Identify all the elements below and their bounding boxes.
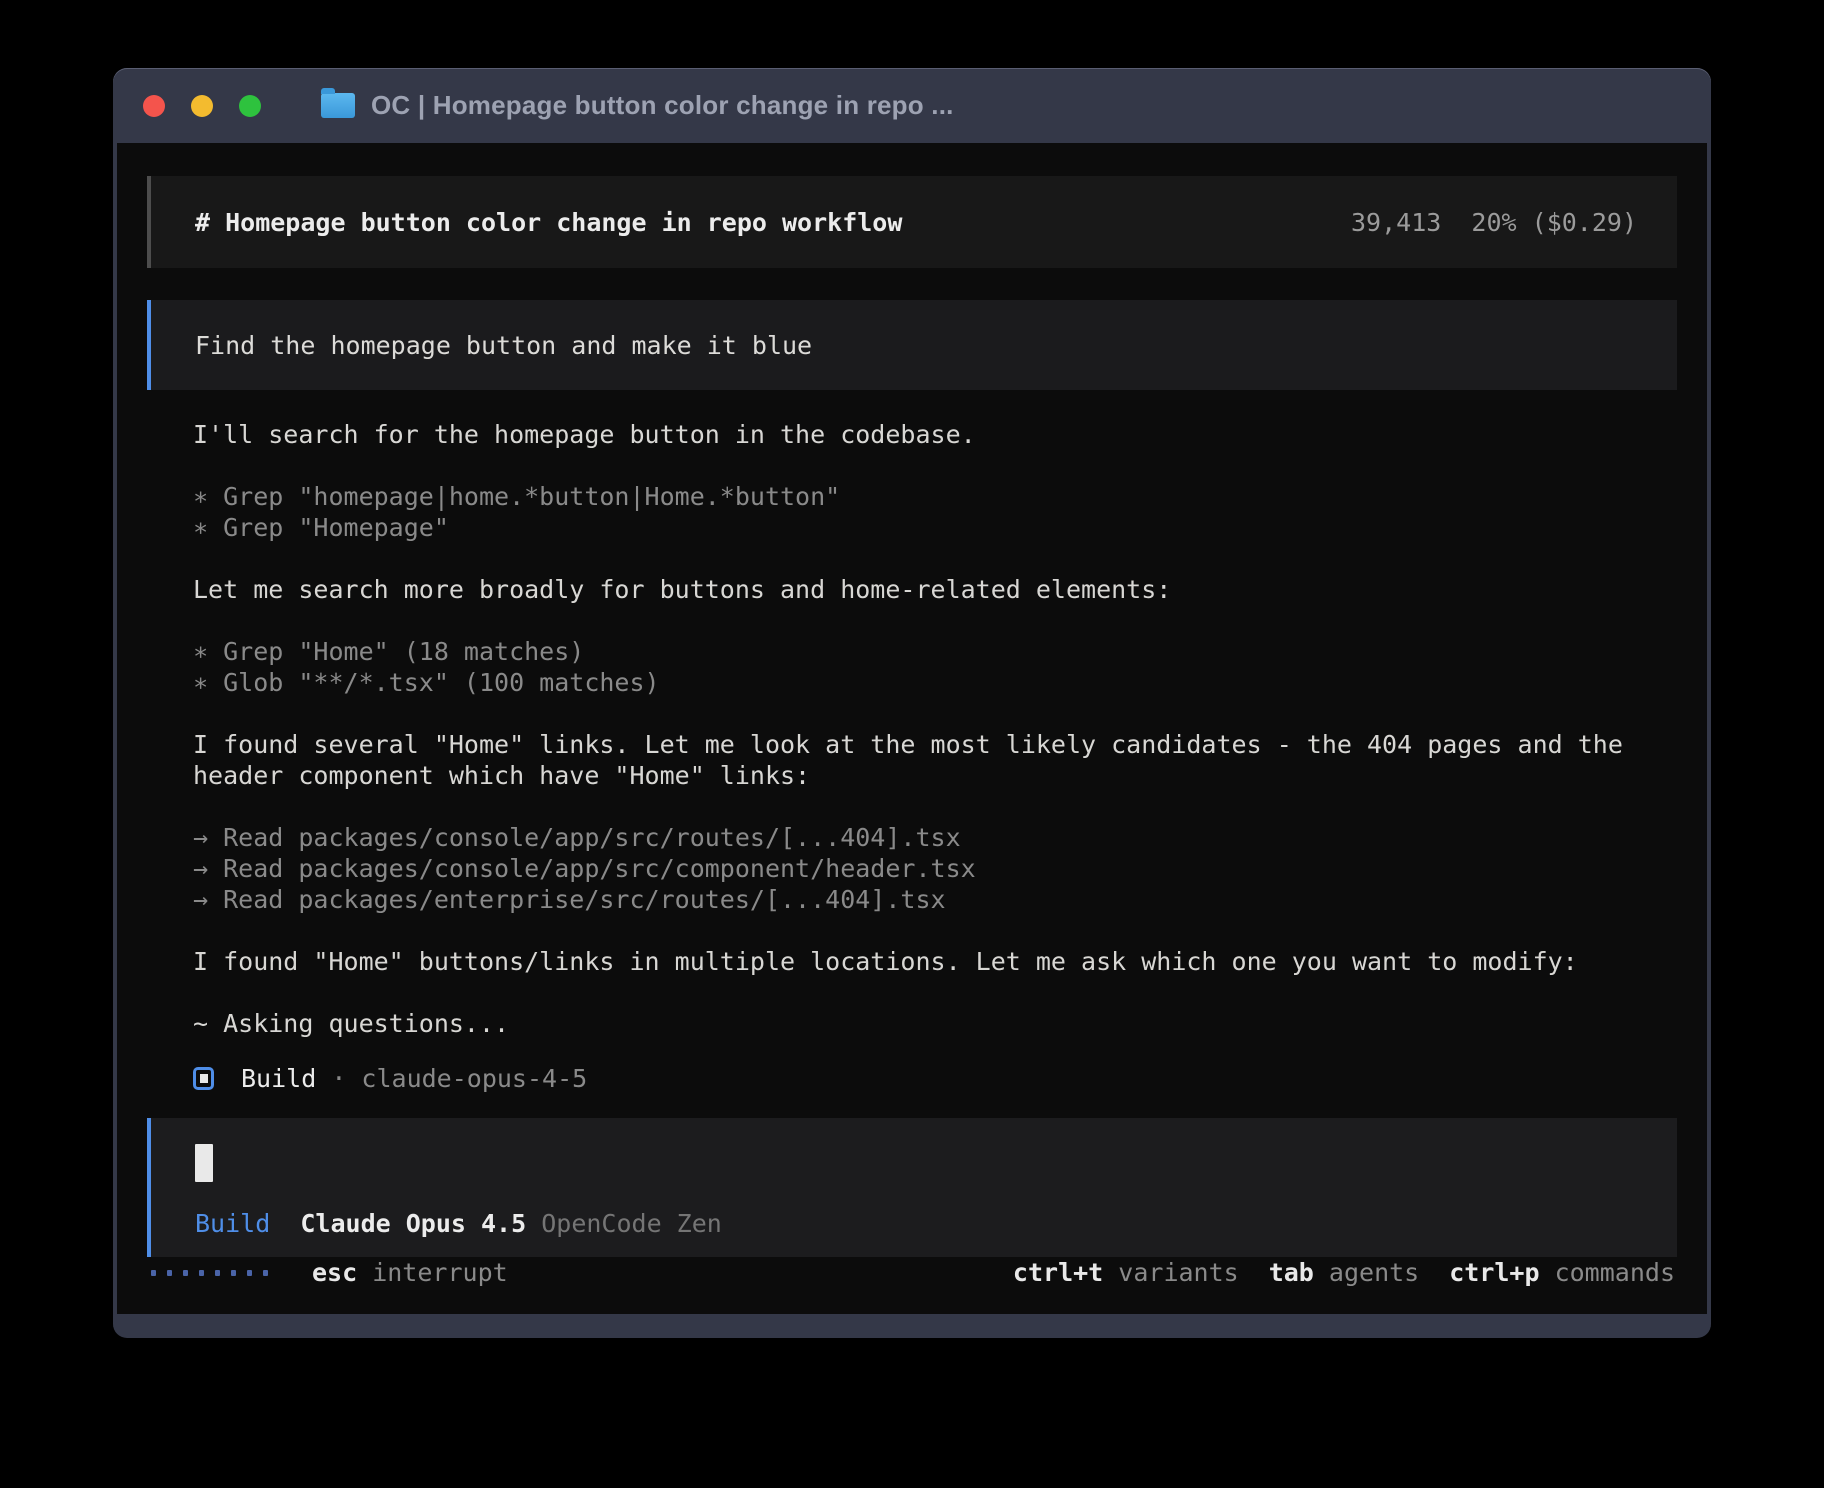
session-header-block: # Homepage button color change in repo w… [147, 176, 1677, 268]
minimize-button[interactable] [191, 95, 213, 117]
tool-call-list: ∗ Grep "homepage|home.*button|Home.*butt… [193, 481, 1641, 543]
working-status-line: ~ Asking questions... [193, 1008, 1641, 1039]
session-cost: ($0.29) [1532, 208, 1637, 237]
shortcut-hint-esc: esc interrupt [312, 1257, 508, 1288]
agent-name: Build [241, 1063, 316, 1094]
user-message-text: Find the homepage button and make it blu… [195, 330, 812, 361]
input-model-name: Claude Opus 4.5 [300, 1208, 526, 1239]
tool-call-list: → Read packages/console/app/src/routes/[… [193, 822, 1641, 915]
context-percent: 20% [1471, 208, 1516, 237]
agent-model: claude-opus-4-5 [361, 1063, 587, 1094]
traffic-lights [143, 95, 261, 117]
shortcut-key: tab [1269, 1257, 1314, 1288]
terminal-window: OC | Homepage button color change in rep… [113, 68, 1711, 1338]
terminal-content: # Homepage button color change in repo w… [117, 143, 1707, 1314]
status-bar: esc interrupt ctrl+t variantstab agentsc… [147, 1257, 1677, 1288]
shortcut-hint-ctrl-t: ctrl+t variants [1013, 1257, 1239, 1288]
tool-call-list: ∗ Grep "Home" (18 matches)∗ Glob "**/*.t… [193, 636, 1641, 698]
spinner-dot [199, 1270, 204, 1276]
shortcut-key: ctrl+t [1013, 1257, 1103, 1288]
input-provider-name: OpenCode Zen [541, 1208, 722, 1239]
tool-call-line: → Read packages/enterprise/src/routes/[.… [193, 884, 1641, 915]
session-stats: 39,413 20% ($0.29) [1351, 207, 1637, 238]
spinner-dot [215, 1270, 220, 1276]
build-agent-icon-inner [200, 1074, 208, 1083]
spinner-dot [167, 1270, 172, 1276]
close-button[interactable] [143, 95, 165, 117]
shortcut-key: esc [312, 1257, 357, 1288]
shortcut-label: agents [1314, 1257, 1419, 1288]
assistant-paragraph: I'll search for the homepage button in t… [193, 419, 1641, 450]
shortcut-hint-ctrl-p: ctrl+p commands [1449, 1257, 1675, 1288]
spinner-dot [151, 1270, 156, 1276]
assistant-paragraph: I found several "Home" links. Let me loo… [193, 729, 1641, 791]
conversation: I'll search for the homepage button in t… [147, 419, 1677, 1094]
tool-call-line: ∗ Glob "**/*.tsx" (100 matches) [193, 667, 1641, 698]
spinner-dot [231, 1270, 236, 1276]
text-cursor [195, 1144, 213, 1182]
tool-call-line: ∗ Grep "Home" (18 matches) [193, 636, 1641, 667]
tool-call-line: ∗ Grep "Homepage" [193, 512, 1641, 543]
assistant-paragraph: I found "Home" buttons/links in multiple… [193, 946, 1641, 977]
shortcut-key: ctrl+p [1449, 1257, 1539, 1288]
zoom-button[interactable] [239, 95, 261, 117]
window-title: OC | Homepage button color change in rep… [371, 90, 954, 121]
window-titlebar: OC | Homepage button color change in rep… [113, 68, 1711, 143]
prompt-input-block[interactable]: Build Claude Opus 4.5 OpenCode Zen [147, 1118, 1677, 1257]
folder-icon [321, 93, 355, 118]
shortcut-hints-right: ctrl+t variants tab agents ctrl+p commands [1013, 1257, 1675, 1288]
agent-separator: · [316, 1063, 361, 1094]
shortcut-label: variants [1103, 1257, 1238, 1288]
assistant-paragraph: Let me search more broadly for buttons a… [193, 574, 1641, 605]
build-agent-icon [193, 1067, 214, 1090]
shortcut-label: interrupt [357, 1257, 508, 1288]
user-message-block: Find the homepage button and make it blu… [147, 300, 1677, 390]
shortcut-hints-left: esc interrupt [312, 1257, 508, 1288]
spinner-dot [263, 1270, 268, 1276]
agent-line: Build · claude-opus-4-5 [193, 1063, 1641, 1094]
session-title: # Homepage button color change in repo w… [195, 207, 902, 238]
tool-call-line: → Read packages/console/app/src/componen… [193, 853, 1641, 884]
shortcut-hint-tab: tab agents [1269, 1257, 1420, 1288]
spinner-dot [183, 1270, 188, 1276]
spinner-dot [247, 1270, 252, 1276]
spinner-dots [151, 1270, 268, 1276]
input-agent-mode: Build [195, 1208, 270, 1239]
tool-call-line: ∗ Grep "homepage|home.*button|Home.*butt… [193, 481, 1641, 512]
token-count: 39,413 [1351, 208, 1441, 237]
input-meta-row: Build Claude Opus 4.5 OpenCode Zen [195, 1208, 1637, 1239]
shortcut-label: commands [1540, 1257, 1675, 1288]
tool-call-line: → Read packages/console/app/src/routes/[… [193, 822, 1641, 853]
